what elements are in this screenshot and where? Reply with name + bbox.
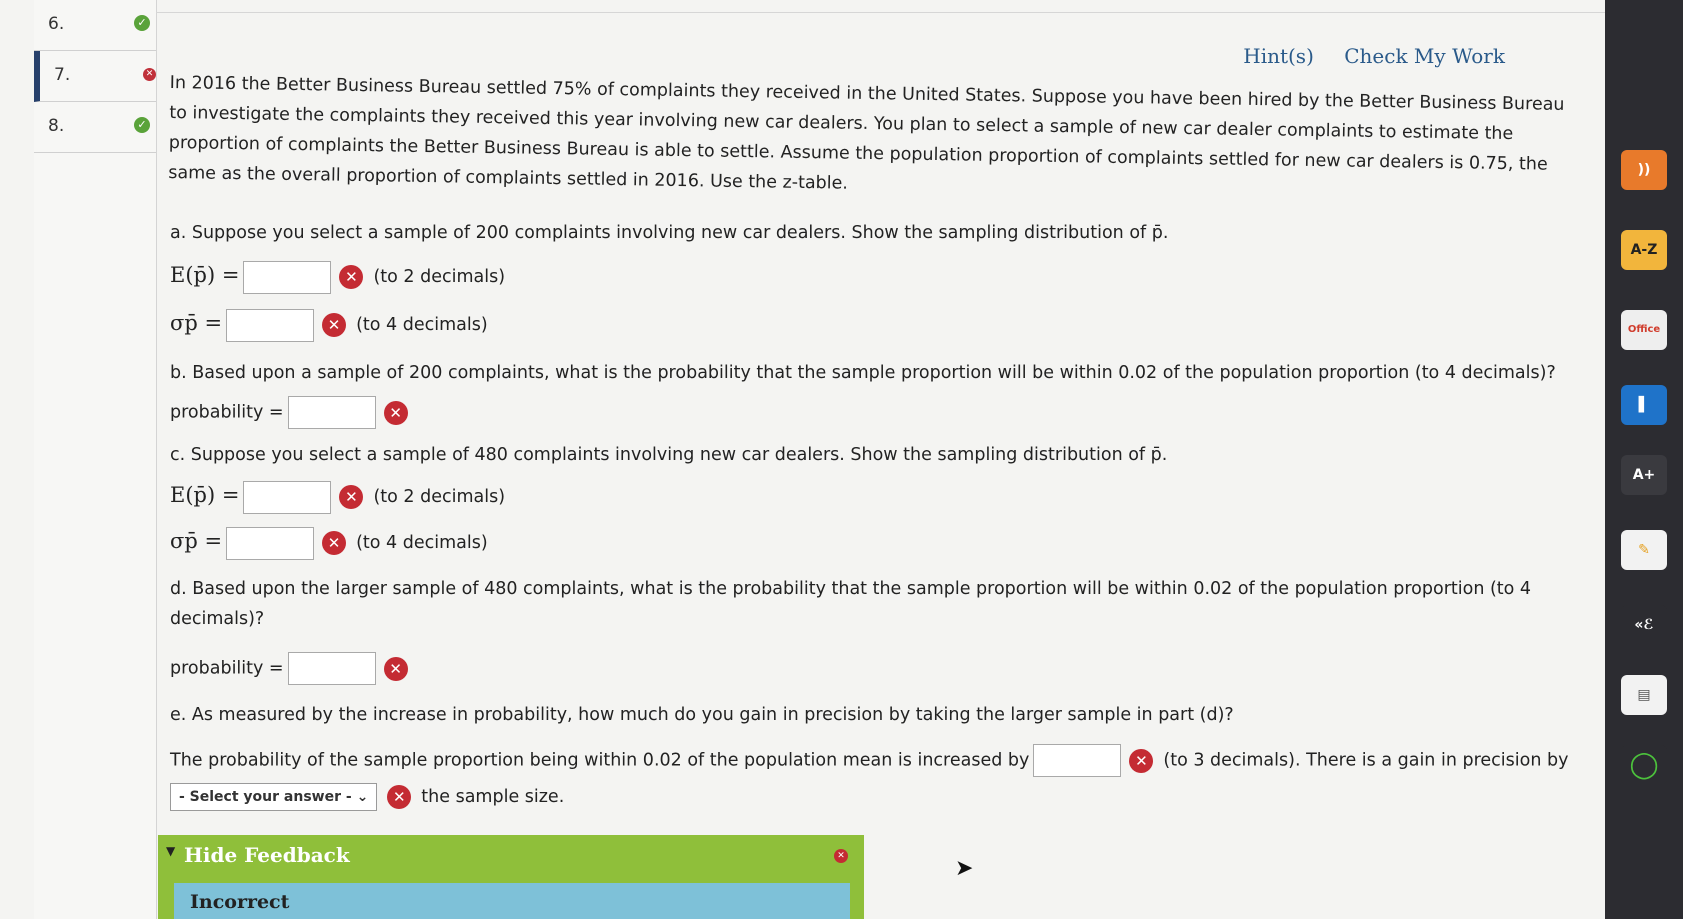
part-c-expected: E(p̄) = ✕ (to 2 decimals): [170, 480, 505, 514]
part-b-prompt: b. Based upon a sample of 200 complaints…: [170, 363, 1556, 383]
screen: 6. ✓ 7. ✕ 8. ✓ Hint(s) Check My Work In …: [0, 0, 1683, 919]
expected-value-input[interactable]: [243, 480, 332, 514]
question-item-8[interactable]: 8. ✓: [34, 102, 156, 153]
decimals-note: (to 4 decimals): [356, 533, 488, 553]
question-number: 8.: [48, 116, 65, 136]
feedback-status: Incorrect: [190, 891, 290, 913]
incorrect-icon: ✕: [339, 265, 364, 289]
decimals-note: (to 2 decimals): [373, 267, 506, 287]
assignment-page: 6. ✓ 7. ✕ 8. ✓ Hint(s) Check My Work In …: [0, 0, 1605, 919]
probability-label: probability =: [170, 402, 284, 423]
incorrect-icon: ✕: [322, 531, 347, 555]
incorrect-icon: ✕: [339, 485, 364, 509]
part-d-prompt-cont: decimals)?: [170, 609, 265, 629]
incorrect-icon: ✕: [387, 785, 412, 809]
decimals-note: (to 4 decimals): [356, 315, 488, 335]
triangle-down-icon[interactable]: ▼: [166, 844, 175, 858]
probability-input[interactable]: [287, 652, 376, 685]
chevron-down-icon: ⌄: [356, 789, 369, 805]
part-a-stddev: σp̄ = ✕ (to 4 decimals): [170, 308, 488, 342]
expected-value-input[interactable]: [243, 260, 332, 294]
mouse-cursor-icon: ➤: [955, 856, 974, 881]
question-number: 7.: [54, 65, 71, 85]
part-d-answer: probability = ✕: [170, 652, 418, 685]
office-icon[interactable]: Office: [1621, 310, 1667, 350]
part-d-prompt: d. Based upon the larger sample of 480 c…: [170, 579, 1532, 599]
std-error-label: σp̄ =: [170, 311, 223, 335]
az-button[interactable]: A-Z: [1621, 230, 1667, 270]
side-toolbar: )) A-Z Office ▌ A+ ✎ «ℰ ▤ ◯: [1605, 0, 1683, 919]
close-icon[interactable]: ✕: [834, 849, 848, 863]
part-a-expected: E(p̄) = ✕ (to 2 decimals): [170, 260, 505, 294]
feedback-panel: ▼ Hide Feedback ✕ Incorrect: [158, 835, 864, 919]
part-b-answer: probability = ✕: [170, 396, 418, 429]
pencil-icon[interactable]: ✎: [1621, 530, 1667, 570]
rss-icon[interactable]: )): [1621, 150, 1667, 190]
check-icon: ✓: [134, 15, 150, 31]
hints-link[interactable]: Hint(s): [1243, 44, 1314, 68]
probability-label: probability =: [170, 658, 284, 679]
question-number: 6.: [48, 14, 65, 34]
book-icon[interactable]: ▌: [1621, 385, 1667, 425]
part-a-prompt: a. Suppose you select a sample of 200 co…: [170, 223, 1169, 243]
question-intro: In 2016 the Better Business Bureau settl…: [168, 72, 1565, 194]
question-navigation: 6. ✓ 7. ✕ 8. ✓: [34, 0, 157, 919]
part-c-prompt: c. Suppose you select a sample of 480 co…: [170, 445, 1168, 465]
part-c-stddev: σp̄ = ✕ (to 4 decimals): [170, 526, 488, 560]
answer-select[interactable]: - Select your answer - ⌄: [170, 783, 378, 811]
check-icon: ✓: [134, 117, 150, 133]
hide-feedback-toggle[interactable]: Hide Feedback: [184, 843, 350, 867]
question-content: In 2016 the Better Business Bureau settl…: [168, 68, 1570, 811]
loop-icon[interactable]: ◯: [1621, 745, 1667, 785]
expected-value-label: E(p̄) =: [170, 483, 240, 507]
std-error-input[interactable]: [226, 526, 315, 560]
part-e-line2: - Select your answer - ⌄ ✕ the sample size…: [170, 782, 564, 812]
incorrect-icon: ✕: [383, 400, 408, 425]
std-error-input[interactable]: [226, 308, 315, 342]
std-error-label: σp̄ =: [170, 529, 223, 553]
incorrect-icon: ✕: [1129, 748, 1154, 773]
notes-icon[interactable]: ▤: [1621, 675, 1667, 715]
incorrect-icon: ✕: [322, 313, 347, 337]
part-e-line1: The probability of the sample proportion…: [170, 744, 1568, 777]
question-item-6[interactable]: 6. ✓: [34, 0, 156, 51]
feedback-body: Incorrect: [174, 883, 850, 919]
divider: [156, 12, 1605, 13]
increase-input[interactable]: [1033, 744, 1122, 777]
expected-value-label: E(p̄) =: [170, 263, 240, 287]
a-plus-button[interactable]: A+: [1621, 455, 1667, 495]
header-links: Hint(s) Check My Work: [1219, 44, 1505, 68]
x-icon: ✕: [143, 68, 156, 81]
incorrect-icon: ✕: [383, 656, 408, 681]
check-my-work-link[interactable]: Check My Work: [1344, 44, 1505, 68]
part-e-prompt: e. As measured by the increase in probab…: [170, 705, 1234, 725]
audio-icon[interactable]: «ℰ: [1621, 605, 1667, 645]
probability-input[interactable]: [287, 396, 376, 429]
question-item-7[interactable]: 7. ✕: [34, 51, 156, 102]
decimals-note: (to 2 decimals): [373, 487, 506, 507]
